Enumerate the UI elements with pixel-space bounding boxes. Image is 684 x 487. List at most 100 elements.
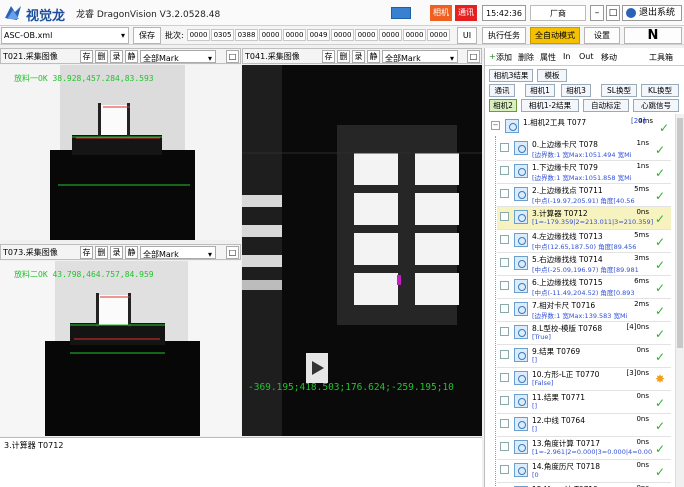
- view1-delete-button[interactable]: 删: [95, 50, 108, 63]
- tab-sl-change[interactable]: SL换型: [601, 84, 637, 97]
- view3-image[interactable]: 放料二OK 43.798,464.757,84.959: [0, 261, 241, 436]
- node-checkbox[interactable]: [500, 327, 509, 336]
- view3-mark-select[interactable]: 全部Mark ▾: [140, 246, 216, 259]
- file-select[interactable]: ASC-OB.xml ▾: [1, 27, 129, 44]
- node-result: [边界数:1 宽Max:1051.858 宽Mi: [532, 174, 632, 182]
- node-time: 2ms: [634, 300, 649, 308]
- view2-delete-button[interactable]: 删: [337, 50, 350, 63]
- view2-mark-select[interactable]: 全部Mark ▾: [382, 50, 458, 63]
- node-checkbox[interactable]: [500, 350, 509, 359]
- scrollbar-thumb[interactable]: [677, 118, 683, 348]
- node-checkbox[interactable]: [500, 465, 509, 474]
- tree-node[interactable]: 11.结果 T0771[] 0ns ✓: [497, 391, 671, 414]
- node-checkbox[interactable]: [500, 281, 509, 290]
- node-checkbox[interactable]: [500, 166, 509, 175]
- node-checkbox[interactable]: [500, 189, 509, 198]
- exec-task-button[interactable]: 执行任务: [482, 27, 526, 44]
- view3-result: 放料二OK 43.798,464.757,84.959: [14, 270, 154, 279]
- tree-node[interactable]: 1.下边缘卡尺 T079 [边界数:1 宽Max:1051.858 宽Mi 1ns ✓: [497, 161, 671, 184]
- exit-button[interactable]: 退出系统: [622, 5, 682, 21]
- tree-scrollbar[interactable]: [675, 114, 684, 487]
- tab-camera2[interactable]: 相机2: [489, 99, 517, 112]
- tree-node[interactable]: 10.方形-L正 T0770 [False] [3]0ns ✸: [497, 368, 671, 391]
- view3-fit-button[interactable]: □: [226, 246, 239, 259]
- tab-camera12-result[interactable]: 相机1-2结果: [521, 99, 579, 112]
- tab-kl-change[interactable]: KL换型: [641, 84, 679, 97]
- view1-fit-button[interactable]: □: [226, 50, 239, 63]
- node-checkbox[interactable]: [500, 212, 509, 221]
- comm-button[interactable]: 通讯: [455, 5, 477, 21]
- toolbox-button[interactable]: 工具箱: [649, 52, 673, 63]
- tab-camera1[interactable]: 相机1: [525, 84, 555, 97]
- node-checkbox[interactable]: [500, 373, 509, 382]
- view3-delete-button[interactable]: 删: [95, 246, 108, 259]
- settings-button[interactable]: 设置: [584, 27, 620, 44]
- node-checkbox[interactable]: [500, 396, 509, 405]
- check-icon: ✓: [654, 327, 665, 341]
- camera-button[interactable]: 相机: [430, 5, 452, 21]
- add-button[interactable]: 添加: [496, 52, 512, 63]
- factory-button[interactable]: 厂商: [530, 5, 586, 21]
- tab-template[interactable]: 模板: [537, 69, 567, 82]
- tab-camera3[interactable]: 相机3: [561, 84, 591, 97]
- auto-mode-button[interactable]: 全自动模式: [530, 27, 580, 44]
- node-time: 3ms: [634, 254, 649, 262]
- tool-icon: [514, 141, 528, 155]
- tree-node[interactable]: 12.中线 T0764[] 0ns ✓: [497, 414, 671, 437]
- property-button[interactable]: 属性: [540, 52, 556, 63]
- view1-store-button[interactable]: 存: [80, 50, 93, 63]
- node-checkbox[interactable]: [500, 304, 509, 313]
- tree-node[interactable]: 0.上边缘卡尺 T078 [边界数:1 宽Max:1051.494 宽Mi 1ns ✓: [497, 138, 671, 161]
- tab-comm[interactable]: 通讯: [489, 84, 515, 97]
- tree-node[interactable]: 2.上边缘找点 T0711 [中点(-19.97,205.91) 角度[40.56…: [497, 184, 671, 207]
- view2-record-button[interactable]: 录: [352, 50, 365, 63]
- node-time: 0ns: [636, 346, 649, 354]
- in-button[interactable]: In: [563, 52, 570, 61]
- node-checkbox[interactable]: [500, 235, 509, 244]
- node-checkbox[interactable]: [500, 258, 509, 267]
- view2-store-button[interactable]: 存: [322, 50, 335, 63]
- tree-node[interactable]: 9.结果 T0769[] 0ns ✓: [497, 345, 671, 368]
- out-button[interactable]: Out: [579, 52, 594, 61]
- view3-store-button[interactable]: 存: [80, 246, 93, 259]
- view3-static-button[interactable]: 静: [125, 246, 138, 259]
- tree-node[interactable]: 7.相对卡尺 T0716 [边界数:1 宽Max:139.583 宽Mi 2ms ✓: [497, 299, 671, 322]
- tree-node[interactable]: 13.角度计算 T0717 [1=-2.961|2=0.000|3=0.000|4…: [497, 437, 671, 460]
- view1-static-button[interactable]: 静: [125, 50, 138, 63]
- maximize-button[interactable]: □: [606, 5, 620, 21]
- node-time: 0ns: [636, 415, 649, 423]
- keyboard-icon[interactable]: [391, 7, 411, 19]
- tab-heartbeat[interactable]: 心跳信号: [633, 99, 679, 112]
- node-checkbox[interactable]: [500, 442, 509, 451]
- node-checkbox[interactable]: [500, 419, 509, 428]
- view1-mark-select[interactable]: 全部Mark ▾: [140, 50, 216, 63]
- node-time: 1ns: [636, 139, 649, 147]
- move-button[interactable]: 移动: [601, 52, 617, 63]
- tab-auto-calibration[interactable]: 自动标定: [583, 99, 629, 112]
- minimize-button[interactable]: –: [590, 5, 604, 21]
- tree-node[interactable]: 3.计算器 T0712 [1=-179.359|2=213.011|3=210.3…: [497, 207, 671, 230]
- view2-fit-button[interactable]: □: [467, 50, 480, 63]
- save-button[interactable]: 保存: [133, 27, 161, 44]
- node-checkbox[interactable]: [500, 143, 509, 152]
- tree-node[interactable]: 15.Mean计 T0719[读写计算结果0ns✓: [497, 483, 671, 487]
- view3-record-button[interactable]: 录: [110, 246, 123, 259]
- tree-node[interactable]: 4.左边缘找线 T0713 [中点(12.65,187.50) 角度[89.456…: [497, 230, 671, 253]
- tree-root[interactable]: − 1.相机2工具 T077 [24] 0ms ✓: [485, 116, 671, 138]
- delete-button[interactable]: 删除: [518, 52, 534, 63]
- tree-node[interactable]: 14.角度历尺 T0718 [0 0ns ✓: [497, 460, 671, 483]
- tree-node[interactable]: 8.L型校-模版 T0768 [True] [4]0ns ✓: [497, 322, 671, 345]
- tool-icon: [514, 302, 528, 316]
- view1-image[interactable]: 放料一OK 38.928,457.284,83.593: [0, 65, 241, 240]
- view2-static-button[interactable]: 静: [367, 50, 380, 63]
- view1-record-button[interactable]: 录: [110, 50, 123, 63]
- tree-node[interactable]: 6.上边缘找线 T0715 [中点(-11.49,204.52) 角度[0.893…: [497, 276, 671, 299]
- ui-button[interactable]: UI: [457, 27, 477, 44]
- check-icon: ✓: [654, 442, 665, 456]
- view1-mark-value: 全部Mark: [143, 54, 179, 63]
- tree-node[interactable]: 5.右边缘找线 T0714 [中点(-25.09,196.97) 角度[89.98…: [497, 253, 671, 276]
- view2-image[interactable]: -369.195;418.503;176.624;-259.195;10: [242, 65, 482, 436]
- collapse-toggle[interactable]: −: [491, 121, 500, 130]
- view3-header: T073.采集图像 存 删 录 静 全部Mark ▾ □: [0, 244, 241, 260]
- tab-camera3-result[interactable]: 相机3结果: [489, 69, 533, 82]
